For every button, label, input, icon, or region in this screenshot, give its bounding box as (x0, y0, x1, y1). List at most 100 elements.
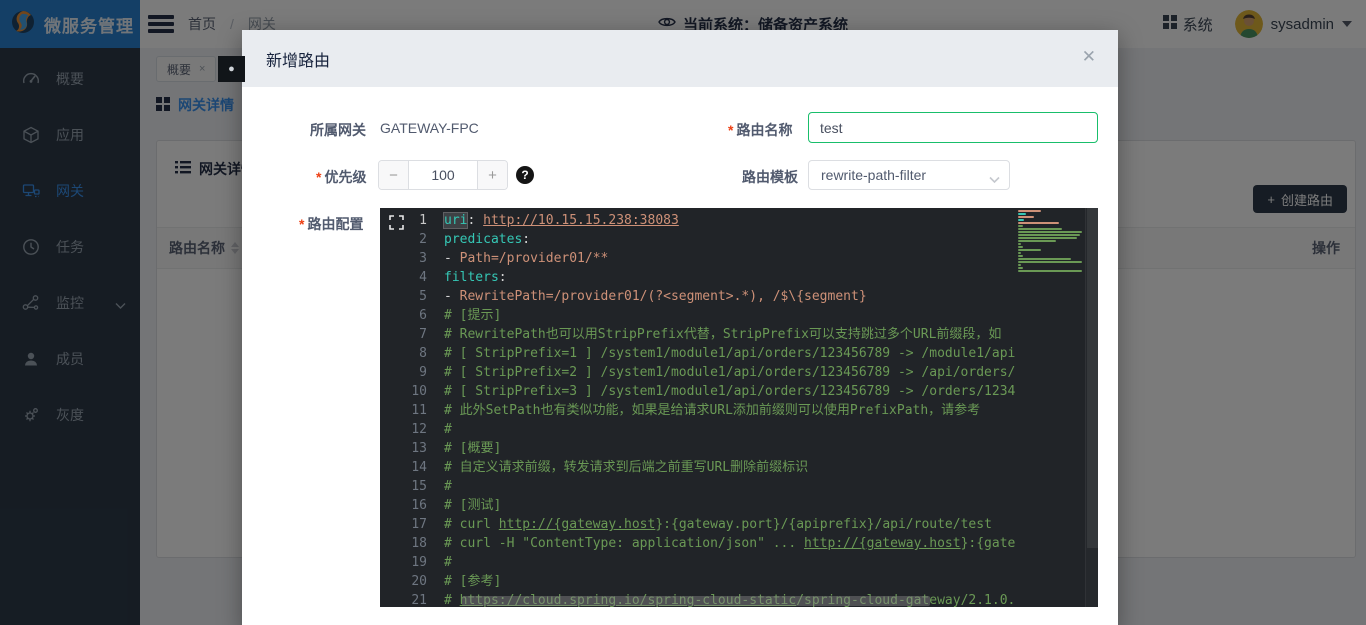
code-text: # (444, 477, 452, 496)
line-number: 20 (380, 572, 444, 591)
minimap-line (1018, 225, 1023, 227)
line-number: 15 (380, 477, 444, 496)
code-line: 12# (380, 420, 1098, 439)
fullscreen-icon[interactable] (389, 215, 404, 234)
code-text: # curl http://{gateway.host}:{gateway.po… (444, 515, 992, 534)
modal-header: 新增路由 ✕ (242, 30, 1118, 87)
code-line: 8# [ StripPrefix=1 ] /system1/module1/ap… (380, 344, 1098, 363)
code-line: 2predicates: (380, 230, 1098, 249)
minimap-line (1018, 210, 1041, 212)
code-line: 19# (380, 553, 1098, 572)
code-line: 13# [概要] (380, 439, 1098, 458)
code-line: 18# curl -H "ContentType: application/js… (380, 534, 1098, 553)
minimap-line (1018, 246, 1023, 248)
line-number: 11 (380, 401, 444, 420)
line-number: 18 (380, 534, 444, 553)
route-config-label: *路由配置 (299, 214, 363, 234)
line-number: 8 (380, 344, 444, 363)
code-line: 11# 此外SetPath也有类似功能，如果是给请求URL添加前缀则可以使用Pr… (380, 401, 1098, 420)
code-line: 16# [测试] (380, 496, 1098, 515)
code-text: # RewritePath也可以用StripPrefix代替，StripPref… (444, 325, 1001, 344)
code-text: # [参考] (444, 572, 501, 591)
line-number: 5 (380, 287, 444, 306)
code-area[interactable]: 1uri: http://10.15.15.238:380832predicat… (380, 211, 1098, 607)
minimap-line (1018, 270, 1082, 272)
minimap-line (1018, 240, 1056, 242)
route-name-input[interactable] (808, 112, 1098, 143)
minimap-line (1018, 252, 1021, 254)
line-number: 17 (380, 515, 444, 534)
minimap-line (1018, 243, 1021, 245)
active-tab-dot-icon: ● (228, 63, 235, 75)
editor-vertical-scrollbar[interactable] (1085, 208, 1098, 607)
line-number: 21 (380, 591, 444, 607)
modal-title: 新增路由 (266, 47, 330, 71)
scrollbar-thumb[interactable] (1087, 208, 1098, 548)
minimap-line (1018, 219, 1024, 221)
route-config-editor[interactable]: 1uri: http://10.15.15.238:380832predicat… (380, 208, 1098, 607)
minimap-line (1018, 213, 1026, 215)
line-number: 13 (380, 439, 444, 458)
priority-label: *优先级 (316, 167, 366, 187)
line-number: 16 (380, 496, 444, 515)
code-line: 15# (380, 477, 1098, 496)
chevron-down-icon (989, 171, 1000, 187)
gateway-label: 所属网关 (310, 120, 366, 140)
code-text: # [ StripPrefix=2 ] /system1/module1/api… (444, 363, 1086, 382)
code-text: predicates: (444, 230, 530, 249)
line-number: 12 (380, 420, 444, 439)
code-text: # 此外SetPath也有类似功能，如果是给请求URL添加前缀则可以使用Pref… (444, 401, 980, 420)
route-template-select[interactable]: rewrite-path-filter (808, 160, 1010, 190)
line-number: 14 (380, 458, 444, 477)
minimap-line (1018, 228, 1062, 230)
priority-value[interactable]: 100 (409, 161, 477, 189)
code-line: 7# RewritePath也可以用StripPrefix代替，StripPre… (380, 325, 1098, 344)
minimap-line (1018, 237, 1077, 239)
code-line: 4filters: (380, 268, 1098, 287)
code-text: filters: (444, 268, 507, 287)
line-number: 10 (380, 382, 444, 401)
code-text: # [概要] (444, 439, 501, 458)
app-root: 微服务管理 概要应用网关任务监控成员灰度 当前系统：储备资产系统 首页 / 网关 (0, 0, 1366, 625)
help-icon[interactable]: ? (516, 166, 534, 184)
required-mark: * (299, 216, 304, 232)
code-line: 14# 自定义请求前缀，转发请求到后端之前重写URL删除前缀标识 (380, 458, 1098, 477)
code-text: - RewritePath=/provider01/(?<segment>.*)… (444, 287, 867, 306)
template-label: 路由模板 (742, 167, 798, 187)
line-number: 6 (380, 306, 444, 325)
editor-minimap[interactable] (1015, 208, 1085, 607)
code-text: # 自定义请求前缀，转发请求到后端之前重写URL删除前缀标识 (444, 458, 808, 477)
code-line: 10# [ StripPrefix=3 ] /system1/module1/a… (380, 382, 1098, 401)
code-line: 6# [提示] (380, 306, 1098, 325)
code-line: 1uri: http://10.15.15.238:38083 (380, 211, 1098, 230)
minimap-line (1018, 264, 1021, 266)
code-line: 9# [ StripPrefix=2 ] /system1/module1/ap… (380, 363, 1098, 382)
code-text: # [ StripPrefix=3 ] /system1/module1/api… (444, 382, 1054, 401)
line-number: 4 (380, 268, 444, 287)
line-number: 7 (380, 325, 444, 344)
code-text: # (444, 553, 452, 572)
minimap-line (1018, 267, 1023, 269)
code-text: # (444, 420, 452, 439)
close-icon[interactable]: ✕ (1082, 48, 1096, 65)
minimap-line (1018, 249, 1041, 251)
tab-active-gateway[interactable]: ● (218, 56, 245, 82)
line-number: 19 (380, 553, 444, 572)
add-route-modal: 新增路由 ✕ 所属网关 GATEWAY-FPC *路由名称 *优先级 − 100… (242, 30, 1118, 625)
line-number: 9 (380, 363, 444, 382)
code-text: # curl -H "ContentType: application/json… (444, 534, 1098, 553)
required-mark: * (728, 122, 733, 138)
priority-stepper: − 100 + (378, 160, 508, 190)
stepper-plus-button[interactable]: + (477, 161, 507, 189)
code-line: 17# curl http://{gateway.host}:{gateway.… (380, 515, 1098, 534)
code-line: 3- Path=/provider01/** (380, 249, 1098, 268)
stepper-minus-button[interactable]: − (379, 161, 409, 189)
template-selected-value: rewrite-path-filter (821, 167, 926, 183)
minimap-line (1018, 231, 1082, 233)
minimap-line (1018, 258, 1071, 260)
code-text: uri: http://10.15.15.238:38083 (444, 211, 679, 230)
code-text: - Path=/provider01/** (444, 249, 608, 268)
gateway-value: GATEWAY-FPC (380, 120, 479, 136)
minimap-line (1018, 255, 1023, 257)
editor-horizontal-scrollbar[interactable] (462, 596, 930, 606)
